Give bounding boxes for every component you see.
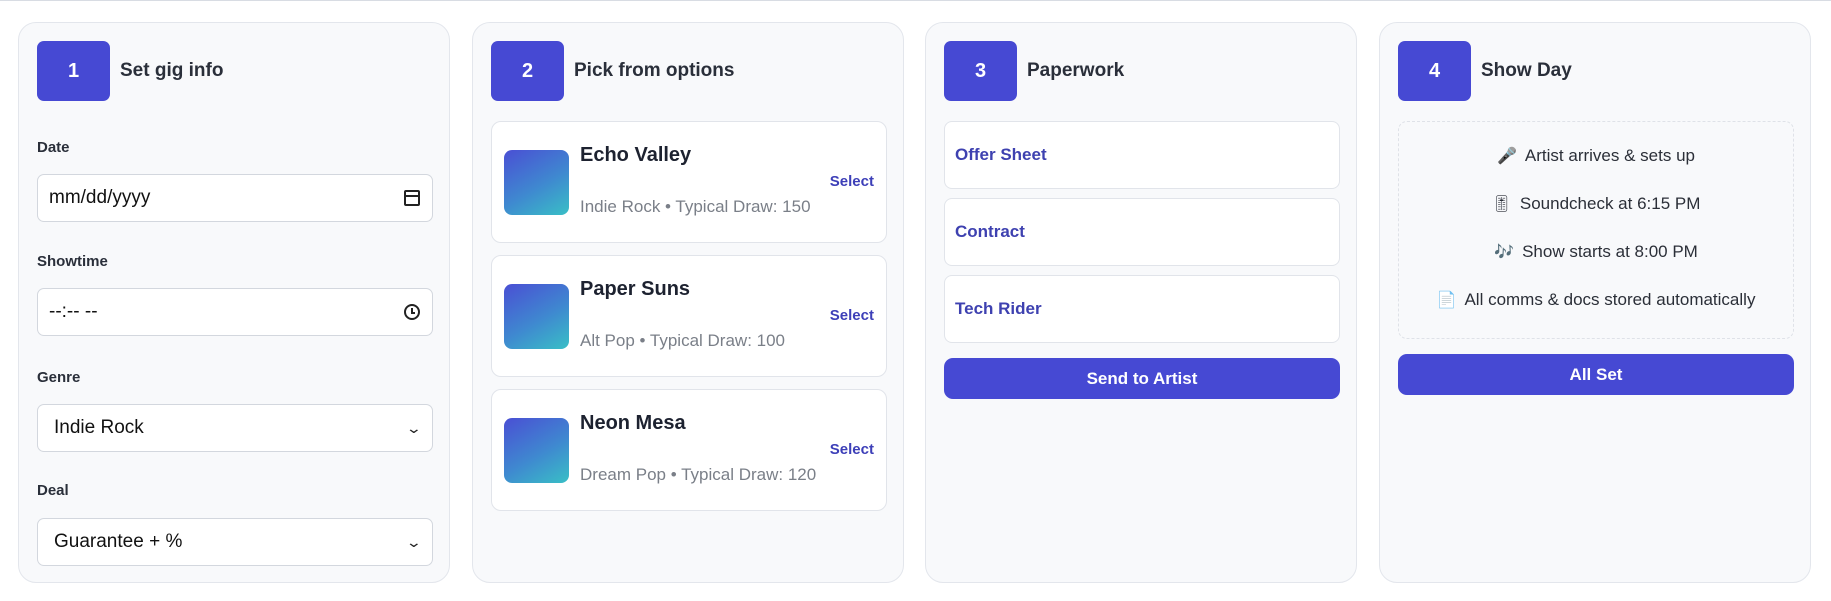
- music-notes-icon: 🎶: [1494, 244, 1515, 261]
- artist-meta: Alt Pop • Typical Draw: 100: [580, 331, 786, 350]
- timeline-item-text: Show starts at 8:00 PM: [1522, 242, 1698, 261]
- deal-select[interactable]: Guarantee + % ⌄: [37, 518, 433, 566]
- timeline-item-text: All comms & docs stored automatically: [1464, 290, 1756, 309]
- step-panel-paperwork: 3 Paperwork Offer Sheet Contract Tech Ri…: [925, 22, 1357, 583]
- artist-option-card[interactable]: Echo Valley Indie Rock • Typical Draw: 1…: [491, 121, 887, 243]
- document-icon: 📄: [1436, 292, 1457, 309]
- genre-label: Genre: [37, 369, 81, 386]
- step-panel-show-day: 4 Show Day 🎤 Artist arrives & sets up 🎚 So…: [1379, 22, 1811, 583]
- artist-thumbnail: [504, 418, 569, 483]
- show-day-timeline: 🎤 Artist arrives & sets up 🎚 Soundcheck at…: [1398, 121, 1794, 339]
- chevron-down-icon: ⌄: [405, 419, 423, 436]
- document-tech-rider[interactable]: Tech Rider: [944, 275, 1340, 343]
- step-header: 4 Show Day: [1398, 41, 1572, 101]
- date-placeholder: mm/dd/yyyy: [49, 187, 151, 208]
- clock-icon[interactable]: [404, 304, 420, 320]
- step-title: Show Day: [1481, 60, 1572, 81]
- artist-name: Neon Mesa: [580, 412, 686, 434]
- window-top-border: [0, 0, 1831, 1]
- all-set-button[interactable]: All Set: [1398, 354, 1794, 395]
- soundcheck-icon: 🎚: [1491, 196, 1512, 213]
- select-artist-button[interactable]: Select: [830, 173, 874, 190]
- document-contract[interactable]: Contract: [944, 198, 1340, 266]
- artist-name: Paper Suns: [580, 278, 691, 300]
- date-label: Date: [37, 139, 70, 156]
- genre-selected-value: Indie Rock: [54, 417, 144, 438]
- deal-label: Deal: [37, 482, 69, 499]
- step-number-badge: 2: [491, 41, 564, 101]
- artist-thumbnail: [504, 284, 569, 349]
- select-artist-button[interactable]: Select: [830, 441, 874, 458]
- step-panel-pick-options: 2 Pick from options Echo Valley Indie Ro…: [472, 22, 904, 583]
- artist-thumbnail: [504, 150, 569, 215]
- step-number-badge: 1: [37, 41, 110, 101]
- showtime-label: Showtime: [37, 253, 108, 270]
- step-number-badge: 4: [1398, 41, 1471, 101]
- send-to-artist-button[interactable]: Send to Artist: [944, 358, 1340, 399]
- deal-selected-value: Guarantee + %: [54, 531, 183, 552]
- step-number-badge: 3: [944, 41, 1017, 101]
- step-title: Set gig info: [120, 60, 224, 81]
- step-header: 2 Pick from options: [491, 41, 734, 101]
- timeline-item: 🎤 Artist arrives & sets up: [1399, 146, 1793, 166]
- timeline-item: 📄 All comms & docs stored automatically: [1399, 290, 1793, 310]
- timeline-item-text: Soundcheck at 6:15 PM: [1519, 194, 1701, 213]
- microphone-icon: 🎤: [1497, 148, 1517, 165]
- date-input[interactable]: mm/dd/yyyy: [37, 174, 433, 222]
- chevron-down-icon: ⌄: [405, 533, 423, 550]
- document-offer-sheet[interactable]: Offer Sheet: [944, 121, 1340, 189]
- artist-meta: Indie Rock • Typical Draw: 150: [580, 197, 811, 216]
- step-panel-set-gig-info: 1 Set gig info Date mm/dd/yyyy Showtime …: [18, 22, 450, 583]
- showtime-input[interactable]: --:-- --: [37, 288, 433, 336]
- step-header: 3 Paperwork: [944, 41, 1124, 101]
- artist-meta: Dream Pop • Typical Draw: 120: [580, 465, 817, 484]
- artist-option-card[interactable]: Neon Mesa Dream Pop • Typical Draw: 120 …: [491, 389, 887, 511]
- timeline-item-text: Artist arrives & sets up: [1524, 146, 1695, 165]
- select-artist-button[interactable]: Select: [830, 307, 874, 324]
- artist-name: Echo Valley: [580, 144, 692, 166]
- showtime-placeholder: --:-- --: [49, 301, 98, 322]
- artist-option-card[interactable]: Paper Suns Alt Pop • Typical Draw: 100 S…: [491, 255, 887, 377]
- timeline-item: 🎶 Show starts at 8:00 PM: [1399, 242, 1793, 262]
- step-header: 1 Set gig info: [37, 41, 223, 101]
- step-title: Pick from options: [574, 60, 735, 81]
- timeline-item: 🎚 Soundcheck at 6:15 PM: [1399, 194, 1793, 214]
- calendar-icon[interactable]: [404, 190, 420, 206]
- step-title: Paperwork: [1027, 60, 1125, 81]
- genre-select[interactable]: Indie Rock ⌄: [37, 404, 433, 452]
